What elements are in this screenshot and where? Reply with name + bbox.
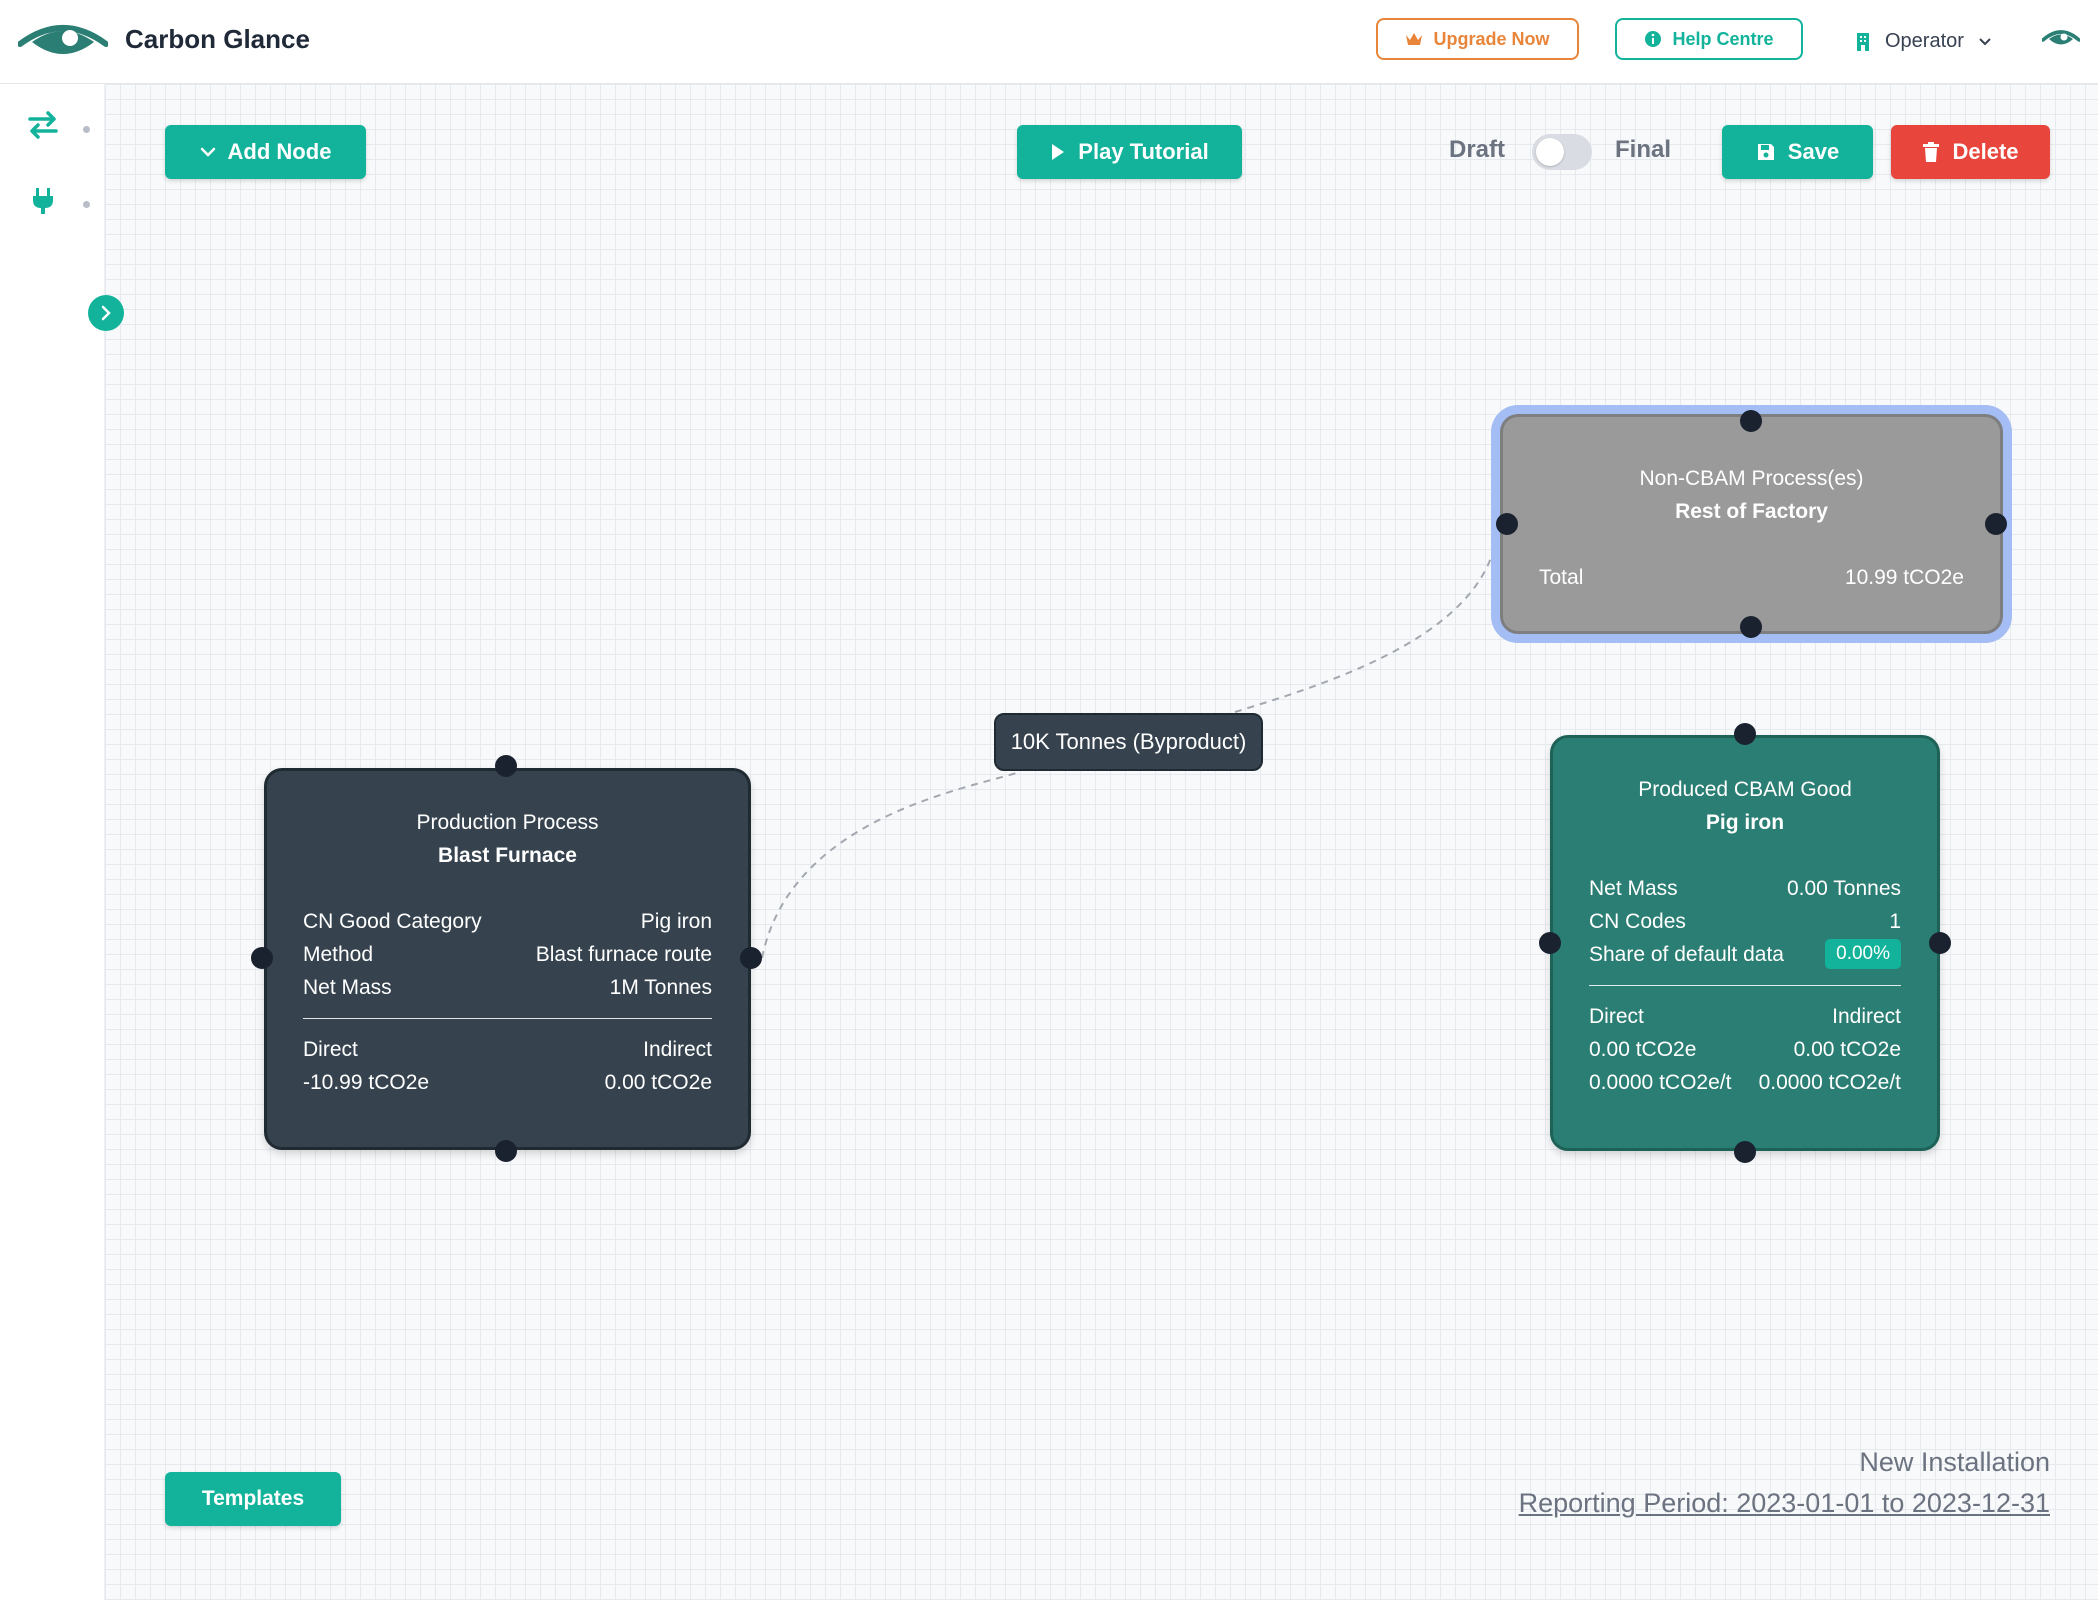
- share-default-row: Share of default data 0.00%: [1589, 938, 1901, 971]
- floppy-disk-icon: [1757, 144, 1774, 160]
- plug-icon[interactable]: [26, 184, 60, 218]
- building-icon: [1857, 32, 1869, 51]
- direct-intensity: 0.0000 tCO2e/t: [1589, 1071, 1732, 1094]
- share-label: Share of default data: [1589, 943, 1784, 966]
- play-icon: [1052, 144, 1065, 160]
- operator-dropdown[interactable]: Operator: [1855, 30, 1992, 53]
- emissions-header-row: Direct Indirect: [303, 1033, 712, 1066]
- chevron-down-icon: [200, 147, 215, 157]
- play-tutorial-button[interactable]: Play Tutorial: [1017, 125, 1242, 179]
- node-handle-left[interactable]: [251, 947, 273, 969]
- save-button[interactable]: Save: [1722, 125, 1873, 179]
- total-label: Total: [1539, 566, 1584, 589]
- cn-codes-row: CN Codes 1: [1589, 905, 1901, 938]
- brand-name: Carbon Glance: [125, 24, 310, 54]
- crown-icon: [1406, 33, 1423, 45]
- node-name: Rest of Factory: [1675, 500, 1828, 523]
- direct-label: Direct: [303, 1038, 358, 1061]
- reporting-period-link[interactable]: Reporting Period: 2023-01-01 to 2023-12-…: [1519, 1488, 2050, 1519]
- node-handle-left[interactable]: [1496, 513, 1518, 535]
- emissions-value-row: 0.00 tCO2e 0.00 tCO2e: [1589, 1033, 1901, 1066]
- divider: [1589, 985, 1901, 986]
- indirect-value: 0.00 tCO2e: [604, 1071, 712, 1094]
- direct-label: Direct: [1589, 1005, 1644, 1028]
- help-centre-label: Help Centre: [1672, 28, 1774, 49]
- node-handle-right[interactable]: [740, 947, 762, 969]
- node-title: Production Process: [416, 811, 599, 834]
- share-badge: 0.00%: [1825, 939, 1901, 969]
- net-mass-row: Net Mass 0.00 Tonnes: [1589, 872, 1901, 905]
- indirect-label: Indirect: [1832, 1005, 1901, 1028]
- row-label: Net Mass: [303, 976, 392, 999]
- row-value: Blast furnace route: [535, 943, 712, 966]
- net-mass-label: Net Mass: [1589, 877, 1678, 900]
- installation-name: New Installation: [1859, 1447, 2050, 1477]
- total-value: 10.99 tCO2e: [1844, 566, 1964, 589]
- node-handle-top[interactable]: [1740, 410, 1762, 432]
- swap-arrows-icon[interactable]: [26, 108, 60, 142]
- cn-codes-value: 1: [1889, 910, 1901, 933]
- emissions-intensity-row: 0.0000 tCO2e/t 0.0000 tCO2e/t: [1589, 1066, 1901, 1099]
- emissions-header-row: Direct Indirect: [1589, 1000, 1901, 1033]
- node-name: Pig iron: [1705, 811, 1785, 834]
- operator-label: Operator: [1885, 30, 1964, 52]
- node-handle-bottom[interactable]: [1740, 616, 1762, 638]
- emissions-value-row: -10.99 tCO2e 0.00 tCO2e: [303, 1066, 712, 1099]
- draft-label: Draft: [1449, 136, 1506, 163]
- templates-button[interactable]: Templates: [165, 1472, 341, 1526]
- sidebar-item-indicator: [83, 126, 90, 133]
- cn-codes-label: CN Codes: [1589, 910, 1686, 933]
- node-handle-right[interactable]: [1929, 932, 1951, 954]
- node-handle-bottom[interactable]: [495, 1140, 517, 1162]
- play-tutorial-label: Play Tutorial: [1078, 139, 1209, 164]
- node-handle-top[interactable]: [495, 755, 517, 777]
- divider: [303, 1018, 712, 1019]
- node-handle-left[interactable]: [1539, 932, 1561, 954]
- direct-value: -10.99 tCO2e: [303, 1071, 430, 1094]
- net-mass-value: 0.00 Tonnes: [1786, 877, 1901, 900]
- node-non-cbam-process[interactable]: Non-CBAM Process(es) Rest of Factory Tot…: [1500, 414, 2003, 634]
- row-label: CN Good Category: [303, 910, 482, 933]
- row-value: 1M Tonnes: [609, 976, 712, 999]
- node-name: Blast Furnace: [438, 844, 577, 867]
- chevron-down-icon: [1979, 37, 1991, 45]
- upgrade-now-button[interactable]: Upgrade Now: [1376, 18, 1579, 60]
- delete-button[interactable]: Delete: [1891, 125, 2050, 179]
- node-title: Non-CBAM Process(es): [1639, 467, 1864, 490]
- node-handle-right[interactable]: [1985, 513, 2007, 535]
- delete-label: Delete: [1952, 139, 2019, 164]
- chevron-right-icon: [101, 305, 111, 321]
- toggle-knob: [1536, 138, 1564, 166]
- add-node-label: Add Node: [227, 139, 332, 164]
- draft-final-toggle[interactable]: [1532, 134, 1592, 170]
- node-title: Produced CBAM Good: [1638, 778, 1852, 801]
- indirect-label: Indirect: [643, 1038, 712, 1061]
- top-header: Carbon Glance Upgrade Now Help Centre Op…: [0, 0, 2098, 84]
- save-label: Save: [1787, 139, 1840, 164]
- row-label: Method: [303, 943, 374, 966]
- detail-row: Method Blast furnace route: [303, 938, 712, 971]
- trash-icon: [1923, 141, 1940, 162]
- node-handle-bottom[interactable]: [1734, 1141, 1756, 1163]
- final-label: Final: [1615, 136, 1672, 163]
- node-handle-top[interactable]: [1734, 723, 1756, 745]
- add-node-button[interactable]: Add Node: [165, 125, 366, 179]
- indirect-intensity: 0.0000 tCO2e/t: [1758, 1071, 1901, 1094]
- node-produced-cbam-good[interactable]: Produced CBAM Good Pig iron Net Mass 0.0…: [1550, 735, 1940, 1151]
- eye-icon[interactable]: [2042, 26, 2080, 52]
- node-production-process[interactable]: Production Process Blast Furnace CN Good…: [264, 768, 751, 1150]
- direct-value: 0.00 tCO2e: [1589, 1038, 1697, 1061]
- sidebar-item-indicator: [83, 201, 90, 208]
- detail-row: Net Mass 1M Tonnes: [303, 971, 712, 1004]
- eye-logo-icon[interactable]: [18, 18, 108, 64]
- expand-sidebar-button[interactable]: [88, 295, 124, 331]
- help-centre-button[interactable]: Help Centre: [1615, 18, 1803, 60]
- indirect-value: 0.00 tCO2e: [1793, 1038, 1901, 1061]
- upgrade-now-label: Upgrade Now: [1433, 28, 1550, 49]
- detail-row: CN Good Category Pig iron: [303, 905, 712, 938]
- row-value: Pig iron: [640, 910, 712, 933]
- info-icon: [1645, 31, 1662, 47]
- edge-label[interactable]: 10K Tonnes (Byproduct): [994, 713, 1263, 771]
- total-row: Total 10.99 tCO2e: [1539, 561, 1964, 594]
